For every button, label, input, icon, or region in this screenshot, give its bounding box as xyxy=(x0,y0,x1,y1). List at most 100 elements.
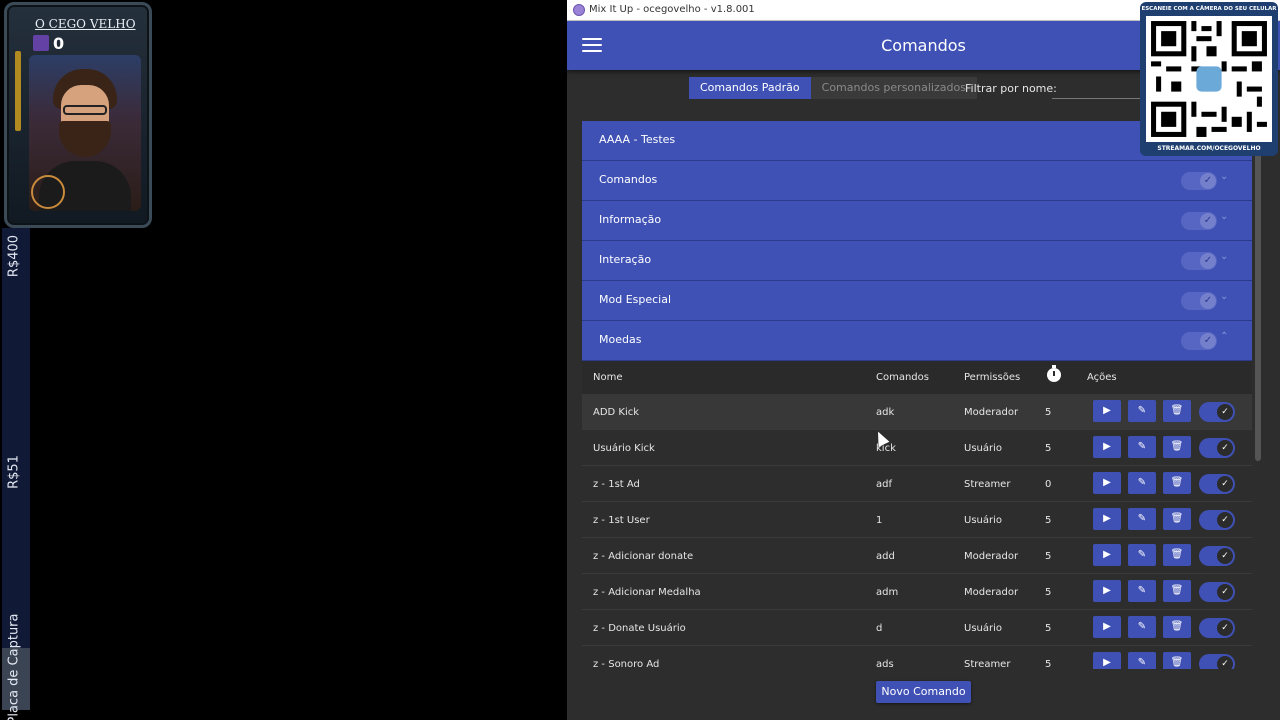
command-enabled-toggle[interactable]: ✓ xyxy=(1199,438,1235,458)
command-name: z - Sonoro Ad xyxy=(593,659,660,669)
delete-icon[interactable]: 🗑 xyxy=(1163,508,1191,530)
group-label: Moedas xyxy=(599,333,642,346)
command-enabled-toggle[interactable]: ✓ xyxy=(1199,582,1235,602)
group-toggle[interactable]: ✓ xyxy=(1181,292,1217,310)
delete-icon[interactable]: 🗑 xyxy=(1163,544,1191,566)
window-title: Mix It Up - ocegovelho - v1.8.001 xyxy=(589,4,755,15)
play-icon[interactable]: ▶ xyxy=(1093,652,1121,669)
group-informacao[interactable]: Informação ✓ ⌄ xyxy=(582,201,1252,241)
play-icon[interactable]: ▶ xyxy=(1093,400,1121,422)
command-table-body: ADD Kick adk Moderador 5 ▶ ✎ 🗑 ✓ Usuário Kick kic… xyxy=(582,394,1252,669)
command-groups-list[interactable]: AAAA - Testes Comandos ✓ ⌄ Informação ✓ … xyxy=(582,121,1252,669)
command-cooldown: 5 xyxy=(1045,587,1052,598)
qr-overlay: ESCANEIE COM A CÂMERA DO SEU CELULAR STR… xyxy=(1140,2,1278,156)
group-moedas[interactable]: Moedas ✓ ⌃ xyxy=(582,321,1252,361)
play-icon[interactable]: ▶ xyxy=(1093,508,1121,530)
group-toggle[interactable]: ✓ xyxy=(1181,172,1217,190)
delete-icon[interactable]: 🗑 xyxy=(1163,652,1191,669)
table-row[interactable]: Usuário Kick kick Usuário 5 ▶ ✎ 🗑 ✓ xyxy=(582,430,1252,466)
group-comandos[interactable]: Comandos ✓ ⌄ xyxy=(582,161,1252,201)
header-commands: Comandos xyxy=(876,372,929,383)
check-icon: ✓ xyxy=(1200,293,1216,309)
scrollbar-thumb[interactable] xyxy=(1255,141,1261,461)
command-permission: Usuário xyxy=(964,623,1003,634)
qr-caption-bottom: STREAMAR.COM/OCEGOVELHO xyxy=(1157,145,1261,152)
command-enabled-toggle[interactable]: ✓ xyxy=(1199,474,1235,494)
group-mod-especial[interactable]: Mod Especial ✓ ⌄ xyxy=(582,281,1252,321)
group-toggle[interactable]: ✓ xyxy=(1181,332,1217,350)
command-enabled-toggle[interactable]: ✓ xyxy=(1199,546,1235,566)
side-label-goal-2: R$51 xyxy=(6,455,22,489)
new-command-button[interactable]: Novo Comando xyxy=(876,681,971,703)
edit-icon[interactable]: ✎ xyxy=(1128,616,1156,638)
edit-icon[interactable]: ✎ xyxy=(1128,580,1156,602)
delete-icon[interactable]: 🗑 xyxy=(1163,580,1191,602)
edit-icon[interactable]: ✎ xyxy=(1128,508,1156,530)
group-label: Informação xyxy=(599,213,662,226)
command-enabled-toggle[interactable]: ✓ xyxy=(1199,510,1235,530)
delete-icon[interactable]: 🗑 xyxy=(1163,472,1191,494)
command-enabled-toggle[interactable]: ✓ xyxy=(1199,402,1235,422)
check-icon: ✓ xyxy=(1200,333,1216,349)
delete-icon[interactable]: 🗑 xyxy=(1163,436,1191,458)
chevron-up-icon[interactable]: ⌃ xyxy=(1220,331,1228,342)
check-icon: ✓ xyxy=(1217,656,1233,669)
play-icon[interactable]: ▶ xyxy=(1093,472,1121,494)
play-icon[interactable]: ▶ xyxy=(1093,544,1121,566)
play-icon[interactable]: ▶ xyxy=(1093,436,1121,458)
command-permission: Usuário xyxy=(964,443,1003,454)
group-label: Interação xyxy=(599,253,652,266)
command-name: z - 1st Ad xyxy=(593,479,640,490)
edit-icon[interactable]: ✎ xyxy=(1128,472,1156,494)
play-icon[interactable]: ▶ xyxy=(1093,616,1121,638)
table-row[interactable]: z - Donate Usuário d Usuário 5 ▶ ✎ 🗑 ✓ xyxy=(582,610,1252,646)
tab-bar: Comandos Padrão Comandos personalizados xyxy=(689,77,977,99)
check-icon: ✓ xyxy=(1217,548,1233,564)
table-row[interactable]: z - 1st User 1 Usuário 5 ▶ ✎ 🗑 ✓ xyxy=(582,502,1252,538)
side-label-goal-1: R$400 xyxy=(6,234,22,278)
check-icon: ✓ xyxy=(1200,173,1216,189)
table-row[interactable]: z - 1st Ad adf Streamer 0 ▶ ✎ 🗑 ✓ xyxy=(582,466,1252,502)
table-row[interactable]: ADD Kick adk Moderador 5 ▶ ✎ 🗑 ✓ xyxy=(582,394,1252,430)
command-enabled-toggle[interactable]: ✓ xyxy=(1199,654,1235,669)
side-label-capture: Placa de Captura xyxy=(6,613,22,720)
tab-custom-commands[interactable]: Comandos personalizados xyxy=(810,77,977,99)
delete-icon[interactable]: 🗑 xyxy=(1163,400,1191,422)
qr-caption-top: ESCANEIE COM A CÂMERA DO SEU CELULAR xyxy=(1141,6,1277,12)
check-icon: ✓ xyxy=(1200,213,1216,229)
check-icon: ✓ xyxy=(1217,476,1233,492)
command-cooldown: 5 xyxy=(1045,623,1052,634)
check-icon: ✓ xyxy=(1217,512,1233,528)
tab-default-commands[interactable]: Comandos Padrão xyxy=(689,77,811,99)
command-cooldown: 0 xyxy=(1045,479,1052,490)
delete-icon[interactable]: 🗑 xyxy=(1163,616,1191,638)
group-label: Mod Especial xyxy=(599,293,672,306)
command-name: Usuário Kick xyxy=(593,443,655,454)
chevron-down-icon[interactable]: ⌄ xyxy=(1220,171,1228,182)
command-enabled-toggle[interactable]: ✓ xyxy=(1199,618,1235,638)
vertical-scrollbar[interactable] xyxy=(1253,121,1263,669)
chevron-down-icon[interactable]: ⌄ xyxy=(1220,251,1228,262)
header-actions: Ações xyxy=(1087,372,1117,383)
edit-icon[interactable]: ✎ xyxy=(1128,544,1156,566)
table-row[interactable]: z - Adicionar donate add Moderador 5 ▶ ✎ 🗑 ✓ xyxy=(582,538,1252,574)
edit-icon[interactable]: ✎ xyxy=(1128,652,1156,669)
chevron-down-icon[interactable]: ⌄ xyxy=(1220,291,1228,302)
edit-icon[interactable]: ✎ xyxy=(1128,436,1156,458)
group-interacao[interactable]: Interação ✓ ⌄ xyxy=(582,241,1252,281)
edit-icon[interactable]: ✎ xyxy=(1128,400,1156,422)
app-icon xyxy=(573,4,585,16)
command-name: z - Adicionar donate xyxy=(593,551,694,562)
check-icon: ✓ xyxy=(1217,584,1233,600)
chevron-down-icon[interactable]: ⌄ xyxy=(1220,211,1228,222)
table-row[interactable]: z - Sonoro Ad ads Streamer 5 ▶ ✎ 🗑 ✓ xyxy=(582,646,1252,669)
table-row[interactable]: z - Adicionar Medalha adm Moderador 5 ▶ ✎ 🗑 ✓ xyxy=(582,574,1252,610)
command-trigger: add xyxy=(876,551,895,562)
command-permission: Moderador xyxy=(964,551,1019,562)
group-toggle[interactable]: ✓ xyxy=(1181,212,1217,230)
group-toggle[interactable]: ✓ xyxy=(1181,252,1217,270)
play-icon[interactable]: ▶ xyxy=(1093,580,1121,602)
check-icon: ✓ xyxy=(1217,620,1233,636)
command-trigger: ads xyxy=(876,659,894,669)
group-label: AAAA - Testes xyxy=(599,133,676,146)
